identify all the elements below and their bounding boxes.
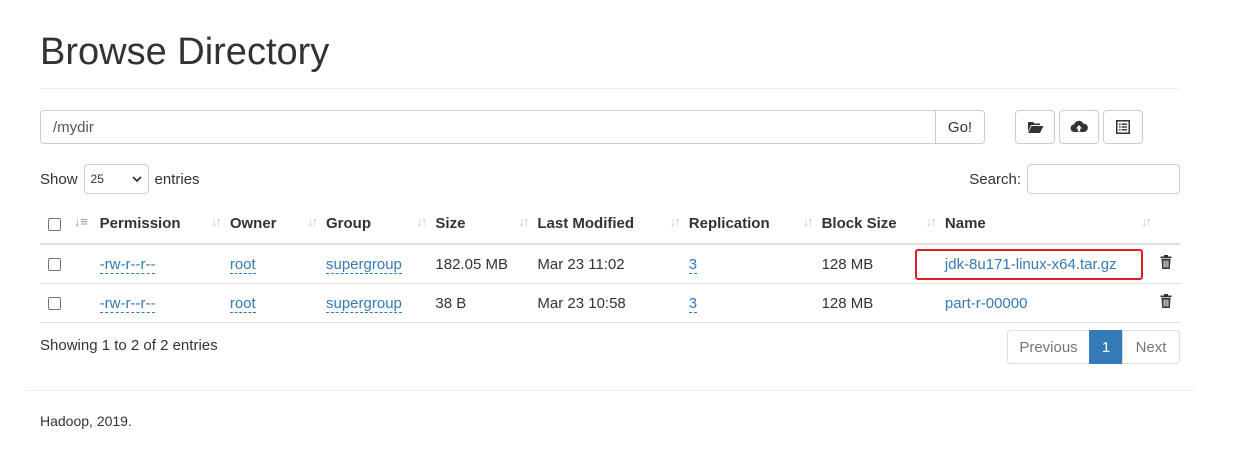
group-value[interactable]: supergroup: [326, 255, 402, 274]
chevron-down-icon: [131, 172, 142, 186]
owner-value[interactable]: root: [229, 255, 256, 274]
column-header-actions: [1160, 204, 1180, 245]
title-divider: [40, 88, 1180, 89]
owner-value[interactable]: root: [229, 294, 256, 313]
footer-divider: [25, 390, 1195, 391]
sort-icon: ↓↑: [669, 214, 681, 229]
column-header-permission[interactable]: Permission ↓↑: [99, 204, 230, 245]
list-alt-icon: [1116, 120, 1130, 134]
entries-length-control: Show 25 entries: [40, 164, 200, 194]
folder-open-icon: [1027, 120, 1044, 134]
column-label: Name: [944, 215, 986, 232]
entries-select-value: 25: [90, 172, 104, 186]
page-title: Browse Directory: [40, 31, 330, 73]
table-row: -rw-r--r-- root supergroup 182.05 MB Mar…: [40, 244, 1180, 284]
table-row: -rw-r--r-- root supergroup 38 B Mar 23 1…: [40, 283, 1180, 323]
sort-icon[interactable]: ↓≡: [74, 214, 88, 229]
sort-icon: ↓↑: [1141, 214, 1152, 229]
column-label: Last Modified: [537, 215, 635, 232]
sort-icon: ↓↑: [210, 214, 222, 229]
column-header-block-size[interactable]: Block Size ↓↑: [821, 204, 945, 245]
files-table: ↓≡ Permission ↓↑ Owner ↓↑ Group ↓↑ Size …: [40, 204, 1180, 323]
column-header-last-modified[interactable]: Last Modified ↓↑: [537, 204, 689, 245]
column-header-group[interactable]: Group ↓↑: [326, 204, 436, 245]
entries-select[interactable]: 25: [83, 164, 149, 194]
directory-path-input[interactable]: [40, 110, 935, 144]
footer-text: Hadoop, 2019.: [40, 413, 132, 429]
last-modified-value: Mar 23 11:02: [537, 244, 689, 284]
sort-icon: ↓↑: [307, 214, 318, 229]
file-name-link[interactable]: part-r-00000: [945, 295, 1028, 312]
create-directory-button[interactable]: [1015, 110, 1055, 144]
show-label: Show: [40, 170, 78, 188]
go-button[interactable]: Go!: [935, 110, 985, 144]
row-checkbox[interactable]: [48, 297, 61, 311]
column-label: Replication: [688, 215, 770, 232]
next-page-button[interactable]: Next: [1122, 330, 1180, 364]
permission-value[interactable]: -rw-r--r--: [99, 255, 156, 274]
sort-icon: ↓↑: [518, 214, 529, 229]
replication-value[interactable]: 3: [688, 255, 698, 274]
sort-icon: ↓↑: [802, 214, 814, 229]
column-header-size[interactable]: Size ↓↑: [435, 204, 538, 245]
select-all-header: ↓≡: [40, 204, 100, 245]
column-label: Group: [326, 215, 371, 232]
row-checkbox[interactable]: [48, 258, 61, 272]
search-input[interactable]: [1027, 164, 1180, 194]
size-value: 38 B: [435, 283, 538, 323]
column-label: Permission: [99, 215, 181, 232]
cut-paste-button[interactable]: [1103, 110, 1143, 144]
table-header-row: ↓≡ Permission ↓↑ Owner ↓↑ Group ↓↑ Size …: [40, 204, 1180, 245]
table-info: Showing 1 to 2 of 2 entries: [40, 337, 218, 354]
entries-label: entries: [154, 170, 200, 188]
column-header-owner[interactable]: Owner ↓↑: [229, 204, 326, 245]
cloud-upload-icon: [1070, 120, 1088, 134]
select-all-checkbox[interactable]: [48, 217, 61, 231]
search-label: Search:: [969, 170, 1021, 188]
column-label: Block Size: [821, 215, 897, 232]
last-modified-value: Mar 23 10:58: [537, 283, 689, 323]
column-label: Size: [435, 215, 466, 232]
path-input-group: Go!: [40, 110, 985, 144]
permission-value[interactable]: -rw-r--r--: [99, 294, 156, 313]
size-value: 182.05 MB: [435, 244, 538, 284]
block-size-value: 128 MB: [821, 244, 945, 284]
pagination: Previous 1 Next: [1007, 330, 1180, 364]
search-control: Search:: [969, 164, 1180, 194]
delete-trash-icon[interactable]: [1160, 294, 1172, 312]
file-name-link[interactable]: jdk-8u171-linux-x64.tar.gz: [945, 256, 1117, 273]
replication-value[interactable]: 3: [688, 294, 698, 313]
column-header-replication[interactable]: Replication ↓↑: [688, 204, 822, 245]
delete-trash-icon[interactable]: [1160, 255, 1172, 273]
sort-icon: ↓↑: [925, 214, 937, 229]
sort-icon: ↓↑: [416, 214, 427, 229]
column-header-name[interactable]: Name ↓↑: [944, 204, 1160, 245]
group-value[interactable]: supergroup: [326, 294, 402, 313]
page-1-button[interactable]: 1: [1089, 330, 1123, 364]
column-label: Owner: [229, 215, 277, 232]
upload-file-button[interactable]: [1059, 110, 1099, 144]
block-size-value: 128 MB: [821, 283, 945, 323]
previous-page-button[interactable]: Previous: [1007, 330, 1090, 364]
